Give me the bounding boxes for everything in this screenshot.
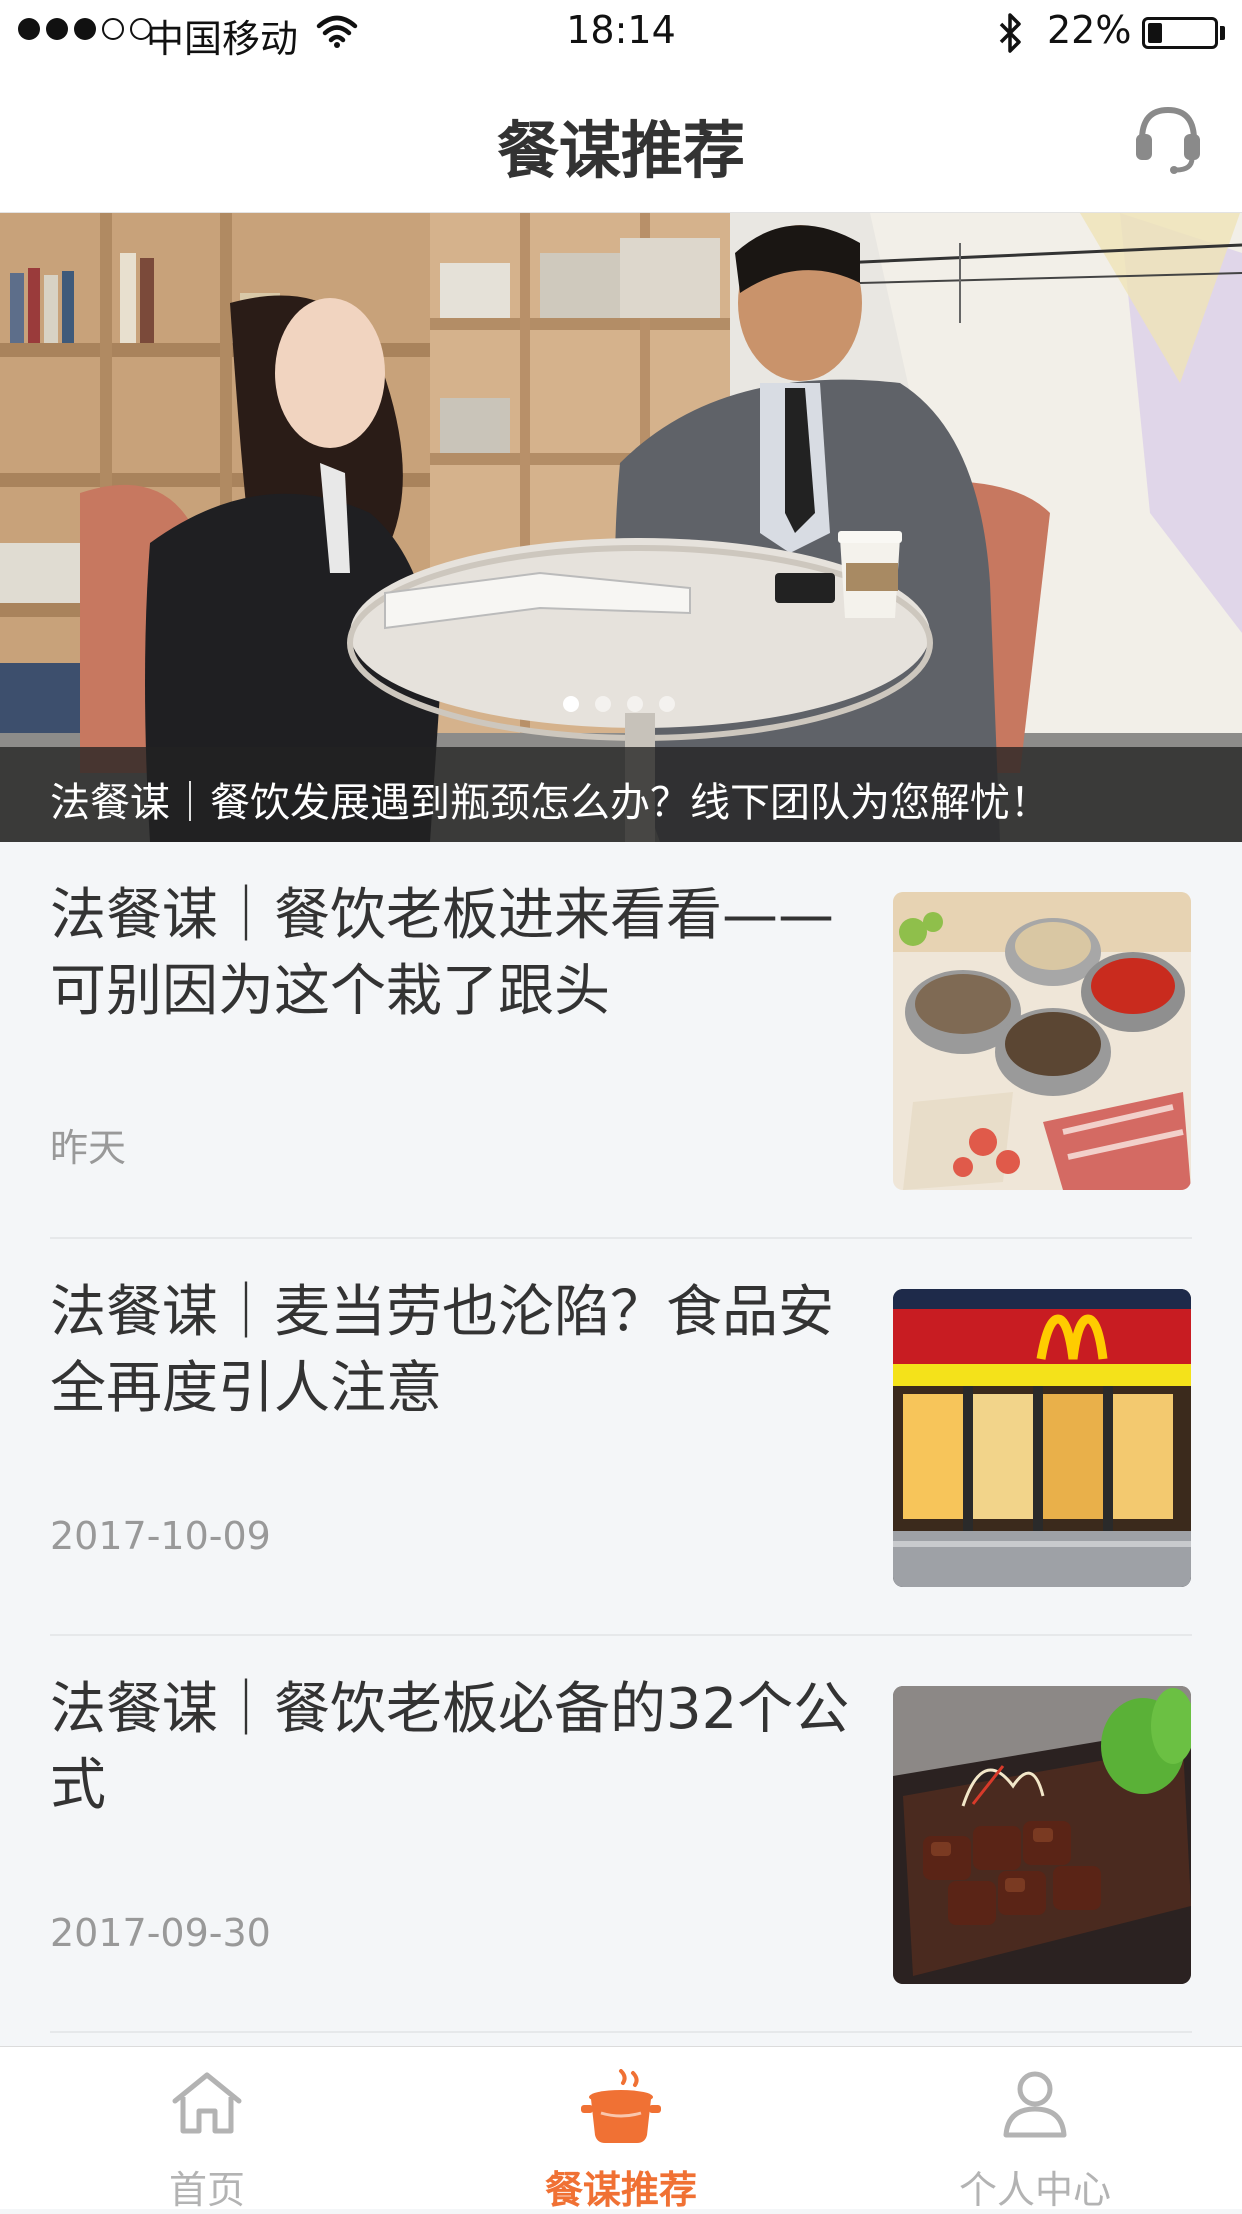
tab-label: 餐谋推荐 bbox=[544, 2168, 697, 2212]
battery-icon bbox=[1142, 17, 1218, 49]
list-item[interactable]: 法餐谋｜麦当劳也沦陷？食品安全再度引人注意 2017-10-09 bbox=[0, 1239, 1242, 1636]
article-date: 2017-09-30 bbox=[50, 1911, 271, 1955]
tab-home[interactable]: 首页 bbox=[77, 2047, 337, 2212]
home-icon bbox=[172, 2072, 242, 2134]
nav-bar: 餐谋推荐 bbox=[0, 64, 1242, 213]
carousel-dot[interactable] bbox=[659, 696, 675, 712]
battery-percent: 22% bbox=[1047, 8, 1132, 52]
page-title: 餐谋推荐 bbox=[496, 114, 745, 187]
list-item[interactable]: 法餐谋｜餐饮老板必备的32个公式 2017-09-30 bbox=[0, 1636, 1242, 2033]
banner-caption: 法餐谋｜餐饮发展遇到瓶颈怎么办？线下团队为您解忧！ bbox=[50, 780, 1050, 826]
tab-recommend[interactable]: 餐谋推荐 bbox=[491, 2047, 751, 2212]
cooking-pot-icon bbox=[581, 2069, 661, 2143]
tab-label: 个人中心 bbox=[958, 2168, 1111, 2212]
tab-label: 首页 bbox=[168, 2168, 245, 2212]
mcdonalds-storefront-image bbox=[893, 1289, 1191, 1587]
headset-icon[interactable] bbox=[1132, 100, 1204, 176]
list-item[interactable]: 法餐谋｜餐饮老板进来看看——可别因为这个栽了跟头 昨天 bbox=[0, 842, 1242, 1239]
divider bbox=[50, 2031, 1192, 2033]
tab-bar: 首页 餐谋推荐 个人中心 bbox=[0, 2046, 1242, 2212]
article-date: 2017-10-09 bbox=[50, 1514, 271, 1558]
banner-carousel[interactable]: 法餐谋｜餐饮发展遇到瓶颈怎么办？线下团队为您解忧！ bbox=[0, 213, 1242, 842]
banner-caption-bar[interactable]: 法餐谋｜餐饮发展遇到瓶颈怎么办？线下团队为您解忧！ bbox=[0, 747, 1242, 842]
article-title: 法餐谋｜麦当劳也沦陷？食品安全再度引人注意 bbox=[50, 1280, 834, 1421]
user-icon bbox=[1003, 2071, 1067, 2138]
article-title: 法餐谋｜餐饮老板必备的32个公式 bbox=[50, 1677, 850, 1818]
braised-meat-dish-image bbox=[893, 1686, 1191, 1984]
tab-profile[interactable]: 个人中心 bbox=[905, 2047, 1165, 2212]
article-date: 昨天 bbox=[50, 1126, 127, 1170]
carousel-dot[interactable] bbox=[563, 696, 579, 712]
status-bar: 中国移动 18:14 22% bbox=[0, 0, 1242, 64]
article-title: 法餐谋｜餐饮老板进来看看——可别因为这个栽了跟头 bbox=[50, 883, 834, 1024]
carousel-dot[interactable] bbox=[595, 696, 611, 712]
bluetooth-icon bbox=[999, 13, 1021, 53]
hotpot-image bbox=[893, 892, 1191, 1190]
carousel-dot[interactable] bbox=[627, 696, 643, 712]
carousel-indicator[interactable] bbox=[563, 696, 675, 712]
